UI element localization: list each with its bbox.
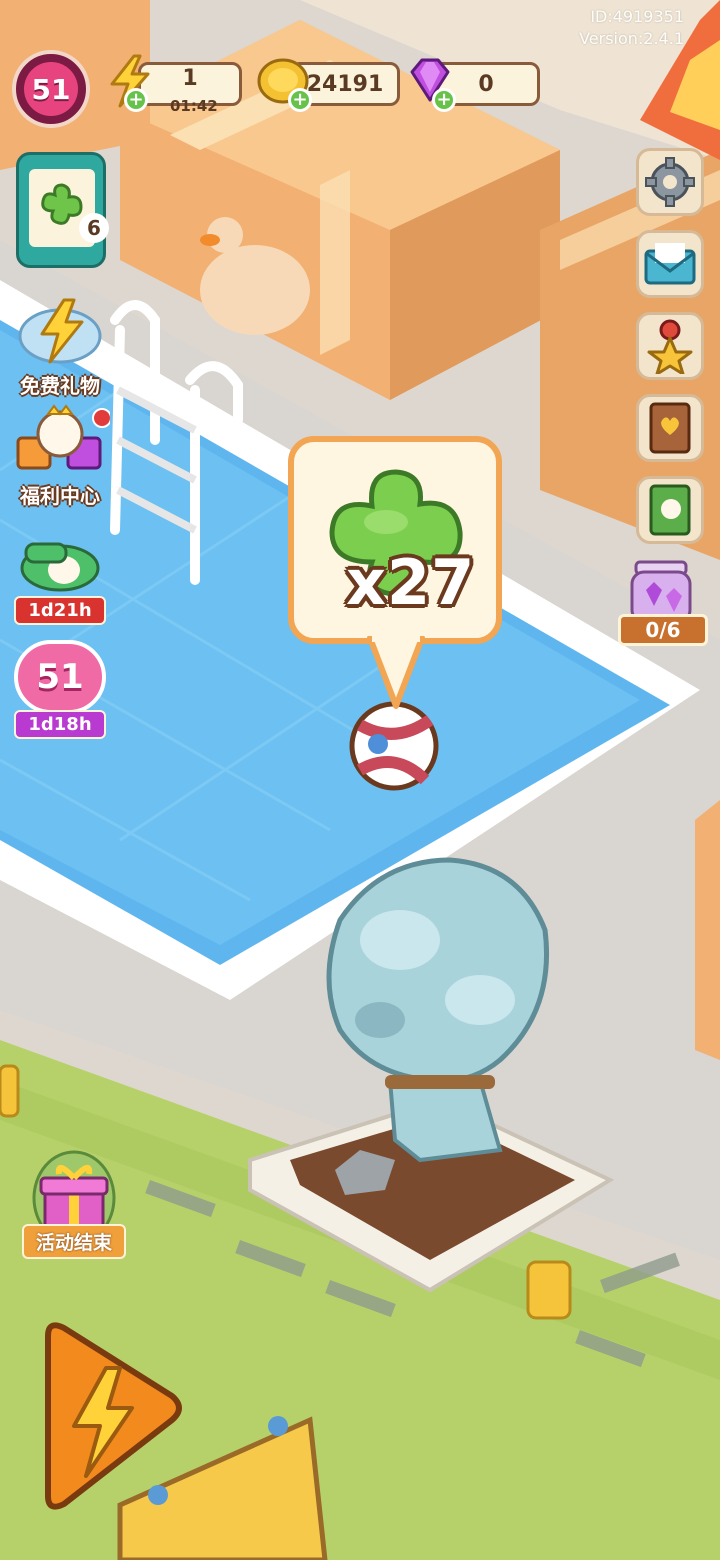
welfare-center-icon bbox=[16, 404, 112, 470]
reward-count: x27 bbox=[346, 546, 476, 619]
mail-button[interactable] bbox=[636, 230, 704, 298]
add-energy-button[interactable]: + bbox=[124, 88, 148, 112]
dino-event-icon bbox=[20, 542, 100, 592]
mail-icon bbox=[644, 243, 696, 285]
journal-button[interactable] bbox=[636, 394, 704, 462]
medal-icon bbox=[647, 319, 693, 374]
free-gift-icon bbox=[18, 298, 102, 364]
bubble-tail bbox=[367, 636, 425, 709]
level-event-timer: 1d18h bbox=[14, 710, 106, 739]
energy-value: 1 bbox=[182, 65, 198, 91]
level-event-button[interactable]: 51 1d18h bbox=[8, 640, 112, 739]
journal-icon bbox=[649, 402, 691, 454]
dino-event-button[interactable]: 1d21h bbox=[8, 528, 112, 625]
player-level: 51 bbox=[24, 62, 78, 116]
coin-value: 24191 bbox=[306, 71, 384, 97]
task-count: 6 bbox=[79, 213, 109, 243]
task-board-button[interactable]: 6 bbox=[16, 152, 109, 268]
collection-book-button[interactable] bbox=[636, 476, 704, 544]
free-gift-label: 免费礼物 bbox=[20, 374, 100, 398]
add-gems-button[interactable]: + bbox=[432, 88, 456, 112]
collection-book-icon bbox=[649, 484, 691, 536]
welfare-center-button[interactable]: 福利中心 bbox=[8, 404, 112, 509]
energy-timer: 01:42 bbox=[170, 97, 218, 115]
settings-button[interactable] bbox=[636, 148, 704, 216]
gem-value: 0 bbox=[478, 71, 494, 97]
player-id: ID:4919351 bbox=[590, 7, 684, 26]
version-info: ID:4919351 Version:2.4.1 bbox=[579, 6, 684, 50]
activity-ended-button[interactable]: 活动结束 bbox=[6, 1140, 142, 1259]
activity-ended-label: 活动结束 bbox=[21, 1224, 126, 1259]
player-level-badge[interactable]: 51 bbox=[12, 50, 90, 128]
level-event-number: 51 bbox=[14, 640, 106, 714]
settings-icon bbox=[645, 157, 695, 207]
merge-action-button[interactable] bbox=[28, 1316, 188, 1516]
version-text: Version:2.4.1 bbox=[579, 29, 684, 48]
dino-event-timer: 1d21h bbox=[14, 596, 106, 625]
jar-progress: 0/6 bbox=[618, 614, 708, 646]
medal-button[interactable] bbox=[636, 312, 704, 380]
free-gift-button[interactable]: 免费礼物 bbox=[8, 296, 112, 399]
add-coins-button[interactable]: + bbox=[288, 88, 312, 112]
welfare-center-label: 福利中心 bbox=[20, 484, 100, 508]
